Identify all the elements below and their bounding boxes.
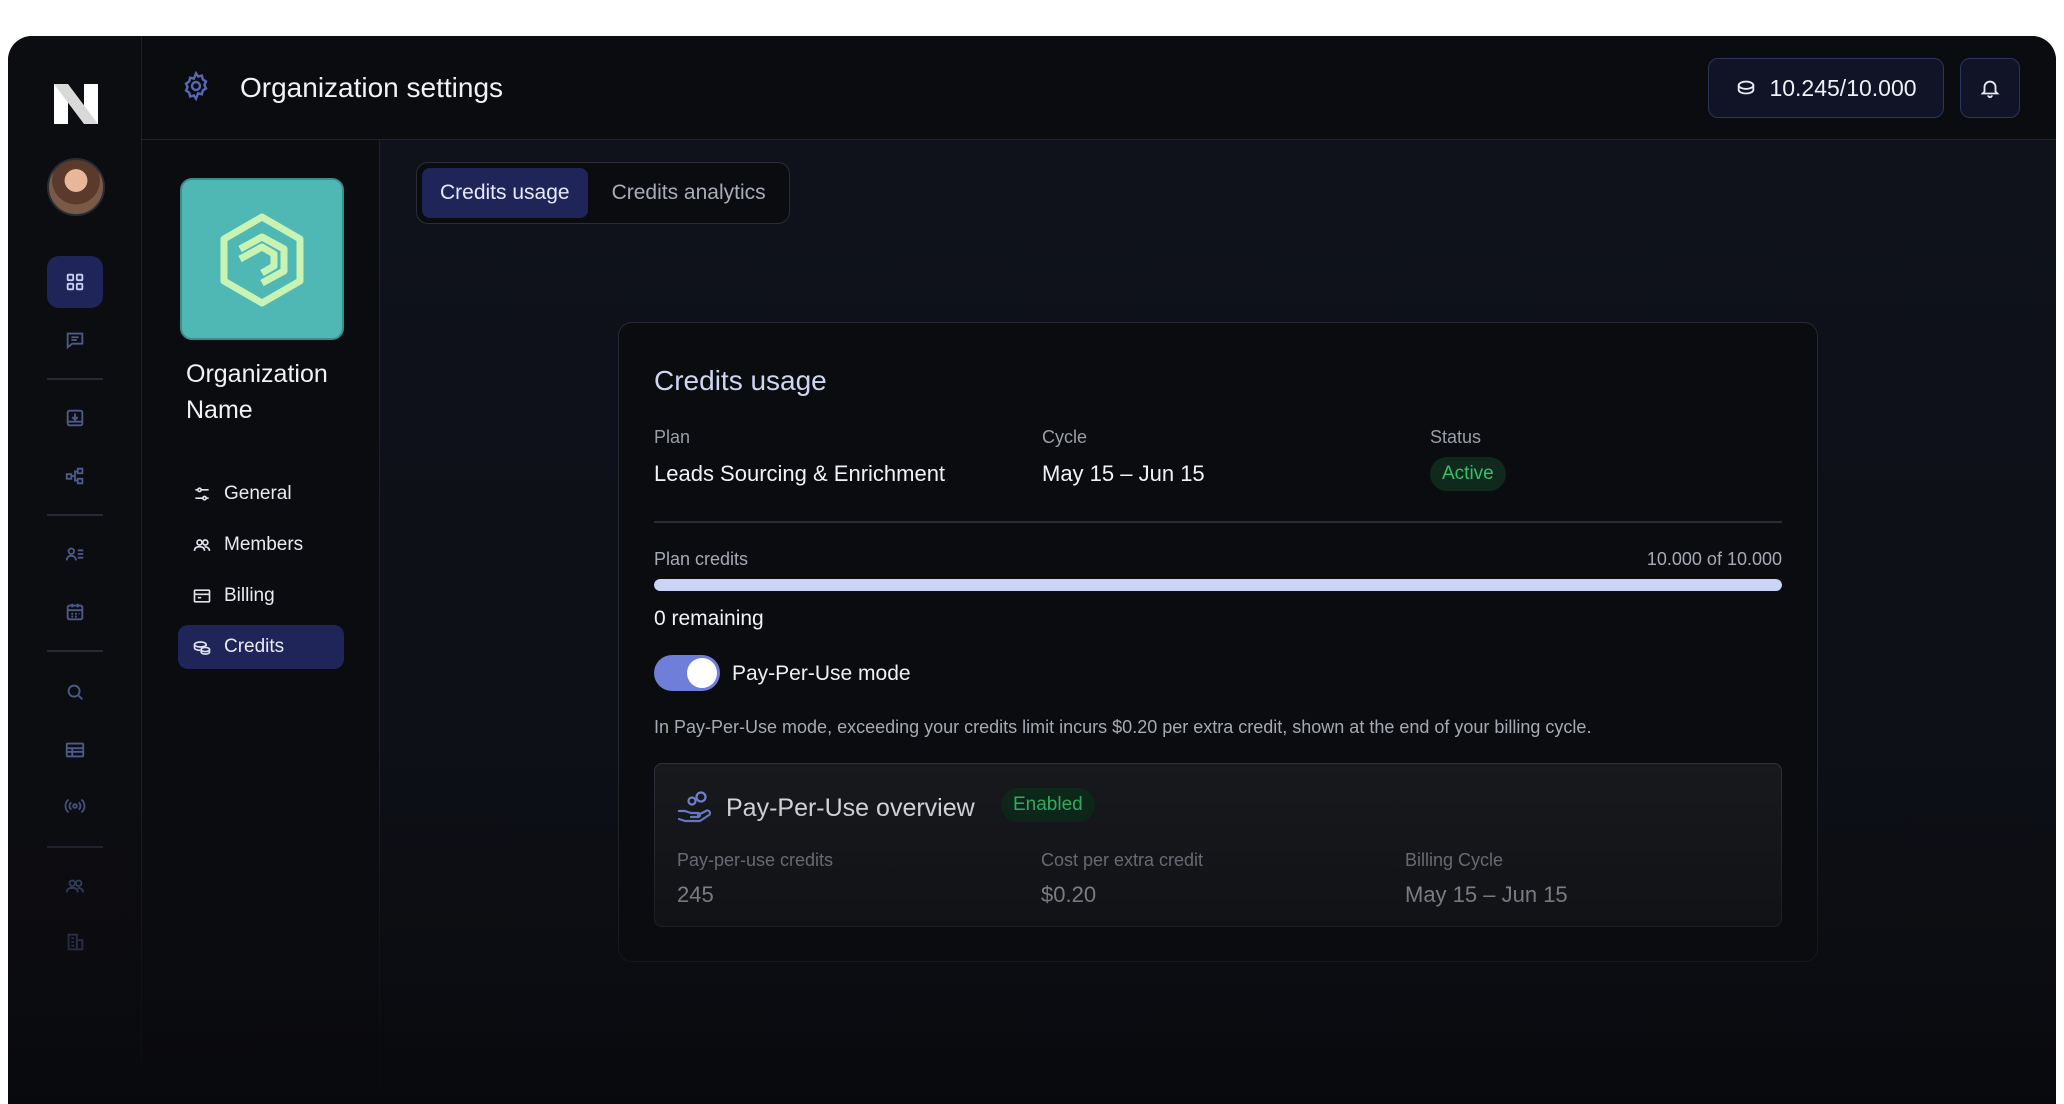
toggle-knob	[687, 658, 717, 688]
contacts-list-icon[interactable]	[47, 528, 103, 580]
icon-rail	[8, 36, 142, 1104]
plan-credits-count: 10.000 of 10.000	[1646, 549, 1782, 569]
remaining-credits: 0 remaining	[654, 607, 764, 630]
table-icon[interactable]	[47, 724, 103, 776]
search-icon[interactable]	[47, 666, 103, 718]
tab-credits-analytics[interactable]: Credits analytics	[594, 168, 784, 218]
cycle-value: May 15 – Jun 15	[1042, 461, 1205, 486]
ppu-cost-value: $0.20	[1041, 882, 1097, 907]
ppu-cost-label: Cost per extra credit	[1041, 850, 1204, 870]
org-nav-members[interactable]: Members	[178, 523, 344, 567]
app-window: Organization settings 10.245/10.000 Orga…	[8, 36, 2056, 1104]
card-title: Credits usage	[654, 365, 827, 396]
plan-credits-progress-bar	[654, 579, 1782, 591]
org-nav: General Members Billing Credits	[178, 472, 344, 676]
plan-label: Plan	[654, 427, 691, 447]
user-avatar[interactable]	[47, 158, 105, 216]
org-nav-label: Members	[224, 534, 304, 555]
sliders-icon	[195, 487, 209, 501]
calendar-icon[interactable]	[47, 586, 103, 638]
pay-per-use-toggle-label: Pay-Per-Use mode	[732, 662, 911, 685]
tab-bar: Credits usage Credits analytics	[416, 162, 790, 224]
gear-icon	[184, 70, 208, 102]
bell-icon	[1980, 80, 2000, 99]
org-nav-general[interactable]: General	[178, 472, 344, 516]
coins-icon	[1738, 80, 1755, 95]
main-content: Credits usage Credits analytics Credits …	[380, 140, 2056, 1104]
org-sidebar: Organization Name General Members Billin…	[142, 140, 380, 1104]
credits-balance-text: 10.245/10.000	[1769, 74, 1917, 101]
dashboard-icon[interactable]	[47, 256, 103, 308]
workflow-icon[interactable]	[47, 450, 103, 502]
plan-value: Leads Sourcing & Enrichment	[654, 461, 946, 486]
org-nav-billing[interactable]: Billing	[178, 574, 344, 618]
org-nav-label: Credits	[224, 636, 285, 657]
credits-usage-card: Credits usage Plan Leads Sourcing & Enri…	[618, 322, 1818, 962]
tab-credits-usage[interactable]: Credits usage	[422, 168, 588, 218]
org-logo	[180, 178, 344, 340]
org-nav-label: Billing	[224, 585, 275, 606]
ppu-cycle-label: Billing Cycle	[1405, 850, 1504, 870]
credits-balance-button[interactable]: 10.245/10.000	[1708, 58, 1944, 118]
hand-coins-icon	[677, 791, 712, 823]
ppu-title: Pay-Per-Use overview	[726, 794, 975, 822]
plan-credits-label: Plan credits	[654, 549, 749, 569]
broadcast-icon[interactable]	[47, 780, 103, 832]
billing-icon	[193, 589, 211, 603]
org-nav-label: General	[224, 483, 292, 504]
users-icon	[193, 539, 211, 551]
coins-icon	[193, 641, 211, 655]
page-title: Organization settings	[240, 72, 504, 103]
pay-per-use-note: In Pay-Per-Use mode, exceeding your cred…	[654, 717, 1592, 737]
ppu-cycle-value: May 15 – Jun 15	[1405, 882, 1568, 907]
status-badge: Active	[1430, 457, 1506, 491]
chat-icon[interactable]	[47, 314, 103, 366]
divider	[654, 521, 1782, 523]
inbox-download-icon[interactable]	[47, 392, 103, 444]
ppu-credits-label: Pay-per-use credits	[677, 850, 834, 870]
org-hexagon-logo-icon	[220, 213, 304, 307]
enabled-badge: Enabled	[1001, 788, 1095, 822]
ppu-credits-value: 245	[677, 882, 714, 907]
notifications-button[interactable]	[1960, 58, 2020, 118]
status-label: Status	[1430, 427, 1482, 447]
pay-per-use-overview: Pay-Per-Use overview Enabled Pay-per-use…	[654, 763, 1782, 927]
plan-credits-progress-fill	[654, 579, 1782, 591]
cycle-label: Cycle	[1042, 427, 1088, 447]
top-header: Organization settings 10.245/10.000	[142, 36, 2056, 140]
team-icon[interactable]	[47, 860, 103, 912]
pay-per-use-toggle[interactable]	[654, 655, 720, 691]
org-nav-credits[interactable]: Credits	[178, 625, 344, 669]
building-icon[interactable]	[47, 916, 103, 968]
org-name: Organization Name	[186, 360, 328, 424]
app-logo-icon[interactable]	[48, 76, 104, 132]
